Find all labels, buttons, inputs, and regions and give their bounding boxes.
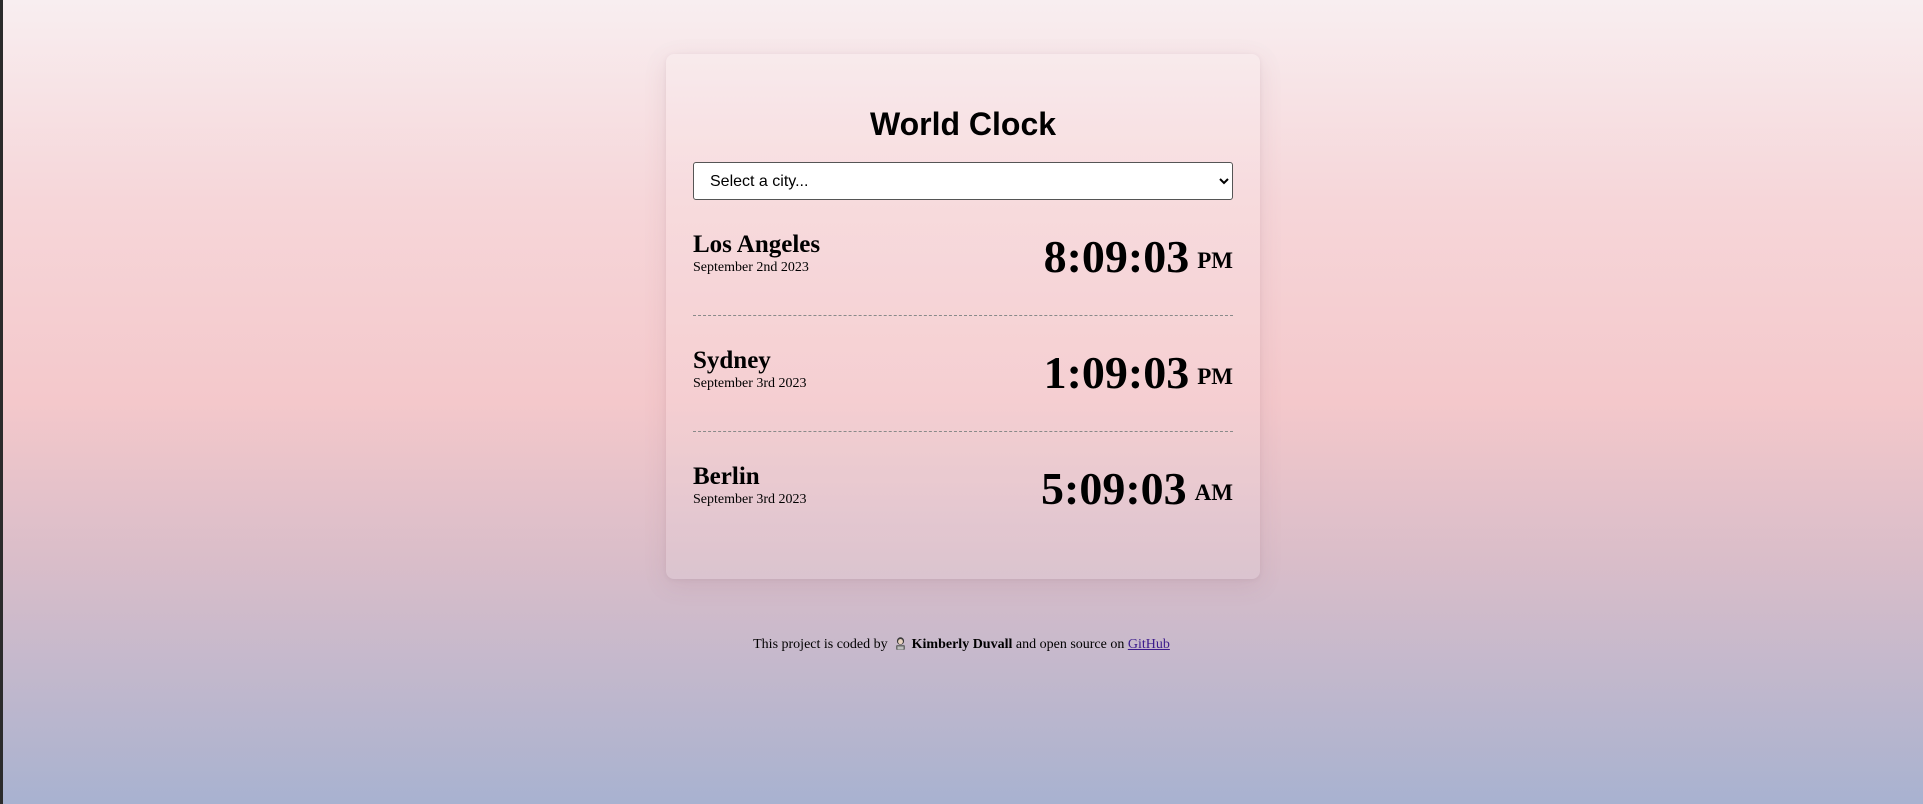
city-time: 5:09:03 AM — [1041, 463, 1233, 526]
city-date: September 3rd 2023 — [693, 492, 807, 507]
city-row-sydney: Sydney September 3rd 2023 1:09:03 PM — [693, 316, 1233, 432]
city-date: September 3rd 2023 — [693, 376, 807, 391]
footer: This project is coded by Kimberly Duvall… — [0, 636, 1923, 654]
city-name: Berlin — [693, 463, 760, 490]
time-value: 5:09:03 — [1041, 463, 1187, 514]
time-value: 8:09:03 — [1043, 231, 1190, 282]
footer-prefix: This project is coded by — [753, 637, 888, 652]
ampm-label: AM — [1194, 480, 1233, 505]
ampm-label: PM — [1197, 364, 1233, 389]
window-left-edge — [0, 0, 3, 804]
city-date: September 2nd 2023 — [693, 260, 809, 275]
woman-technologist-icon — [895, 637, 906, 650]
ampm-label: PM — [1197, 248, 1233, 273]
city-time: 1:09:03 PM — [1044, 347, 1233, 410]
city-row-berlin: Berlin September 3rd 2023 5:09:03 AM — [693, 432, 1233, 547]
page-title: World Clock — [869, 106, 1057, 142]
footer-author: Kimberly Duvall — [911, 637, 1013, 652]
city-time: 8:09:03 PM — [1044, 231, 1233, 294]
city-select[interactable]: Select a city... — [693, 162, 1233, 200]
city-name: Los Angeles — [693, 231, 821, 258]
city-name: Sydney — [693, 347, 771, 374]
city-row-los-angeles: Los Angeles September 2nd 2023 8:09:03 PM — [693, 200, 1233, 316]
world-clock-card: World Clock Select a city... Los Angeles… — [666, 54, 1260, 579]
github-link[interactable]: GitHub — [1128, 637, 1170, 652]
footer-middle: and open source on — [1015, 637, 1125, 652]
time-value: 1:09:03 — [1043, 347, 1190, 398]
